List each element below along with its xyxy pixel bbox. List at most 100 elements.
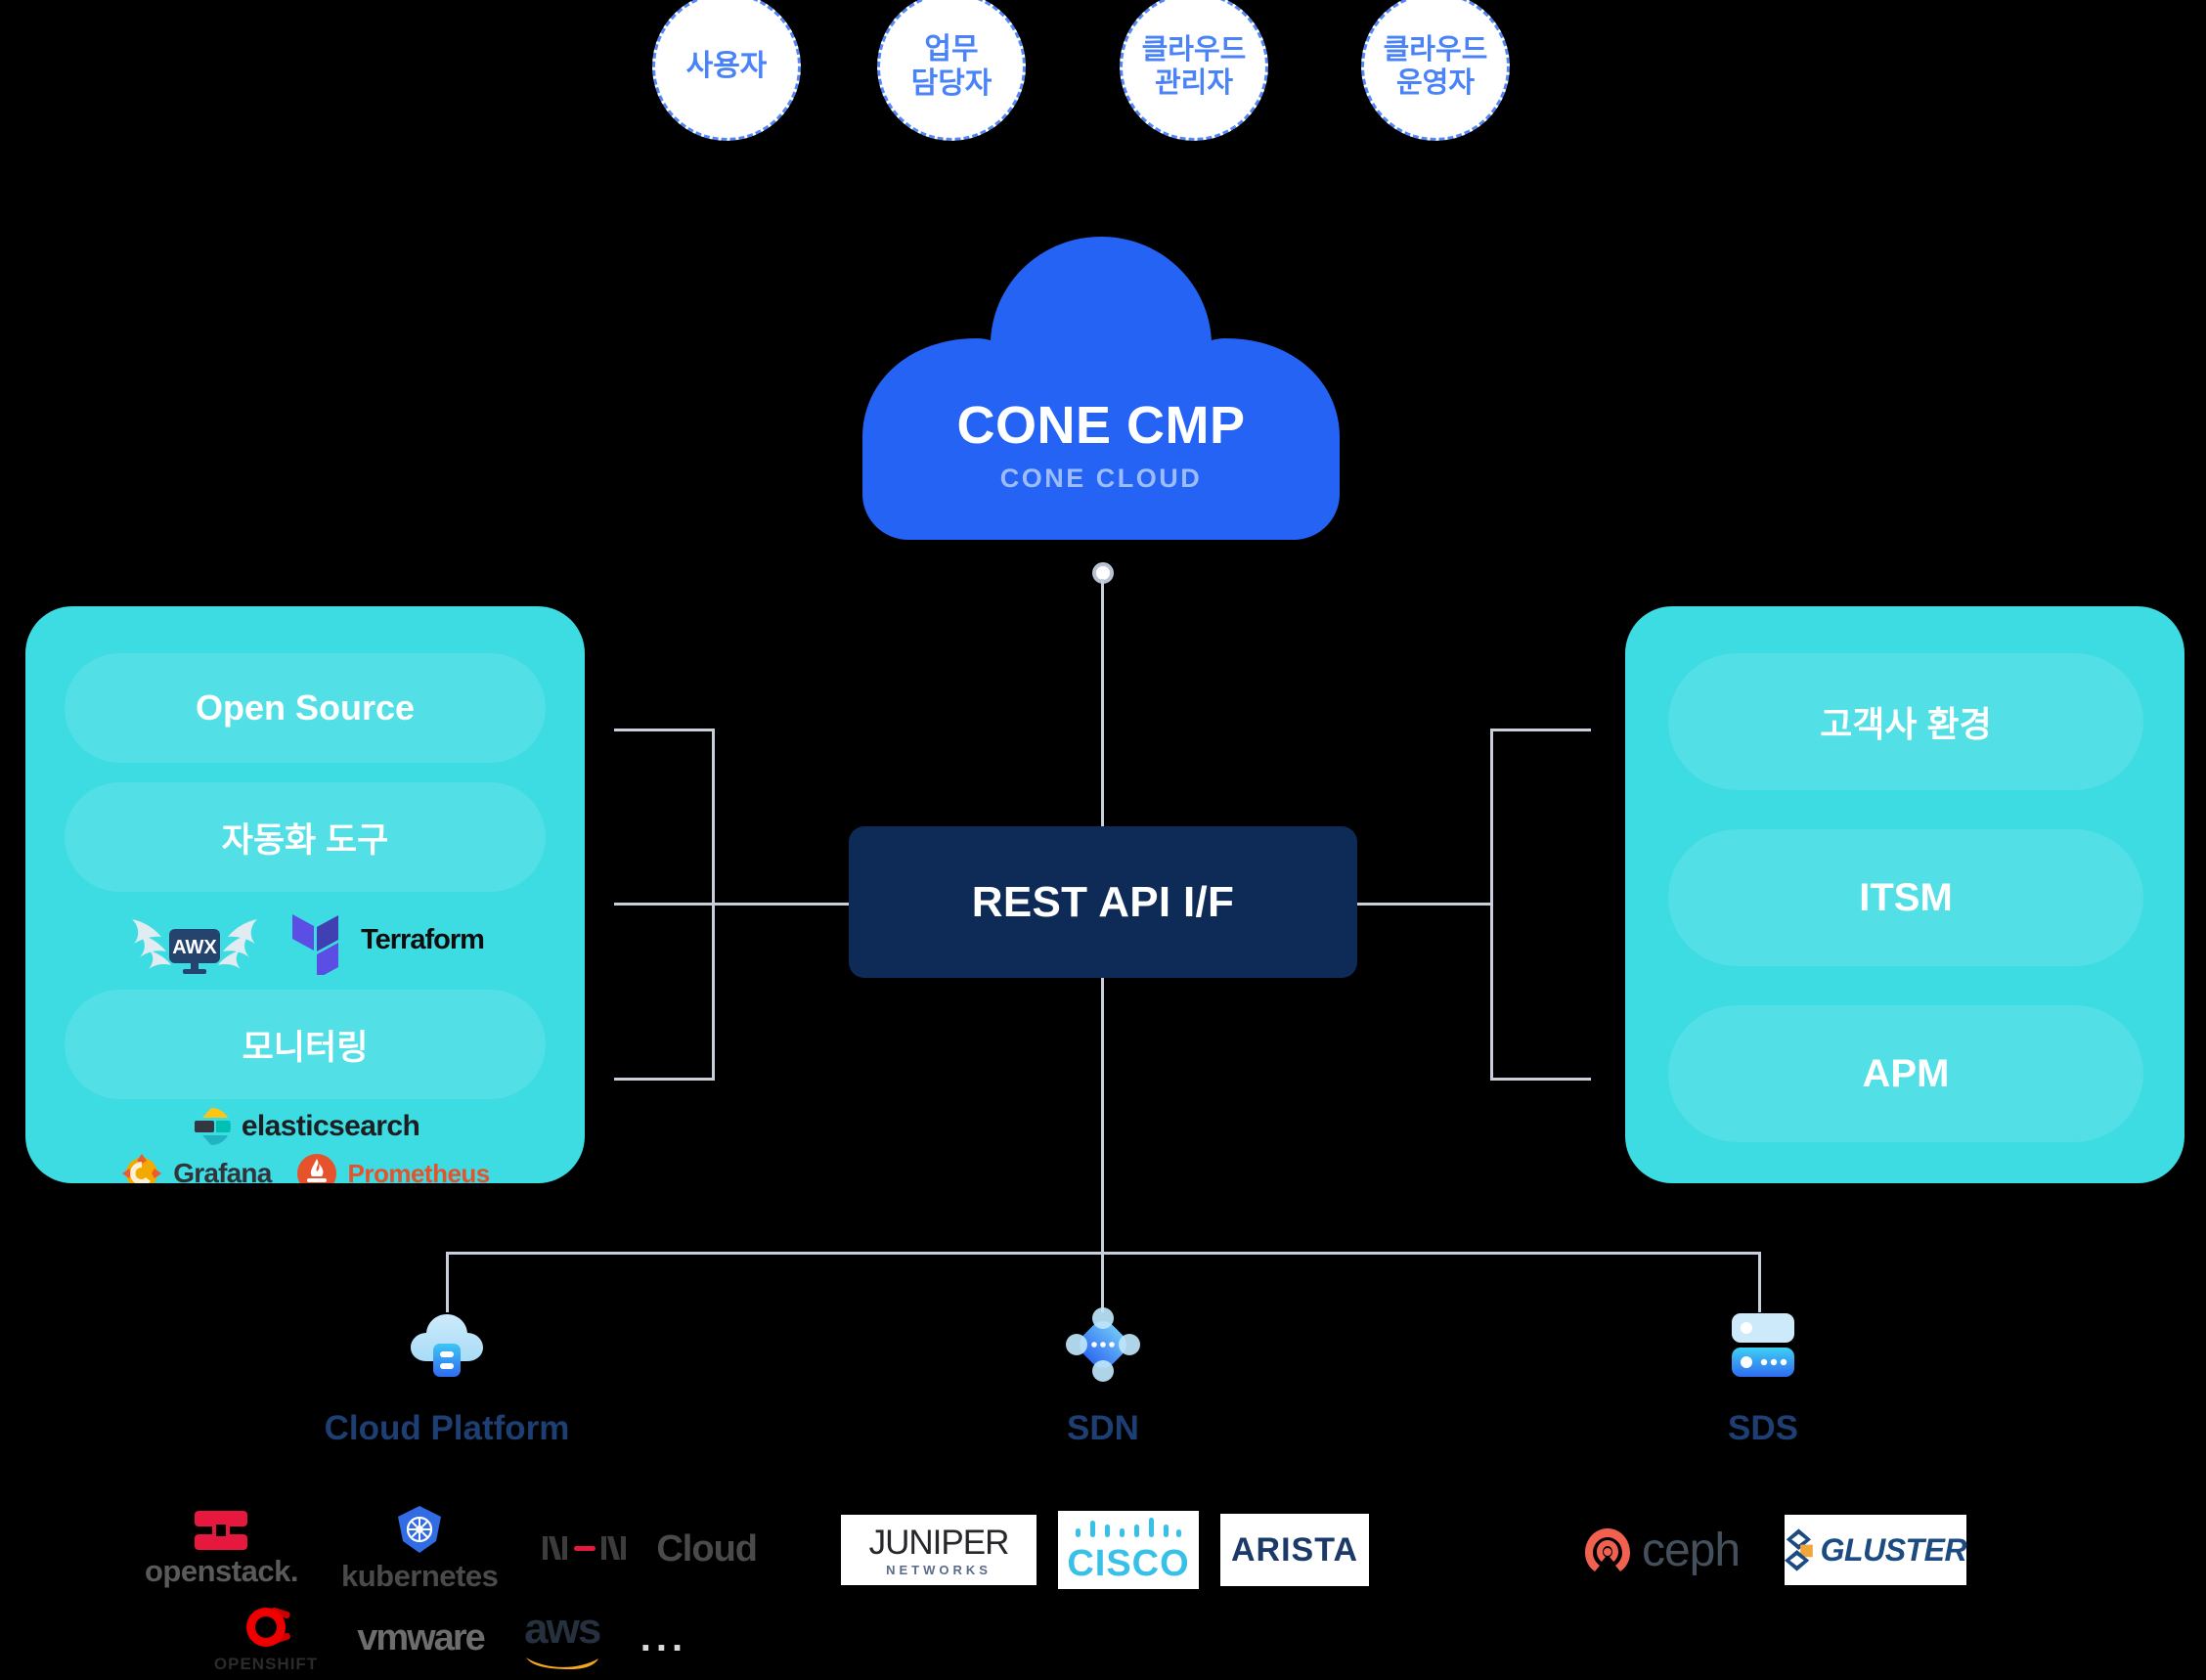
open-source-pill[interactable]: Open Source — [65, 653, 546, 763]
persona-cloud-operator-label: 클라우드 운영자 — [1384, 33, 1488, 100]
apm-label: APM — [1862, 1051, 1950, 1095]
persona-cloud-operator[interactable]: 클라우드 운영자 — [1361, 0, 1510, 141]
sds-label: SDS — [1728, 1409, 1798, 1447]
juniper-logo: JUNIPER NETWORKS — [841, 1515, 1037, 1585]
apm-pill[interactable]: APM — [1668, 1005, 2143, 1142]
left-bracket-top — [614, 729, 715, 731]
openshift-label: OPENSHIFT — [213, 1655, 319, 1673]
cone-cmp-cloud[interactable]: CONE CMP CONE CLOUD — [853, 237, 1349, 540]
category-sds[interactable]: SDS — [1674, 1301, 1852, 1448]
persona-cloud-admin-label: 클라우드 관리자 — [1142, 33, 1247, 100]
juniper-label: JUNIPER — [868, 1523, 1010, 1562]
right-bracket-stem — [1356, 903, 1493, 906]
ceph-logo: ceph — [1583, 1524, 1741, 1577]
sdn-label: SDN — [1067, 1409, 1139, 1447]
rest-api-label: REST API I/F — [971, 877, 1235, 926]
persona-line-1: 업무 — [924, 32, 979, 66]
cloud-server-icon — [411, 1314, 483, 1377]
category-cloud-platform[interactable]: Cloud Platform — [260, 1301, 634, 1448]
arista-logo: ARISTA — [1220, 1514, 1369, 1586]
grafana-prometheus-row: Grafana Prometheus — [25, 1152, 585, 1183]
openshift-logo: OPENSHIFT — [214, 1602, 318, 1674]
persona-line-2: 운영자 — [1395, 67, 1476, 99]
nhn-cloud-label: Cloud — [656, 1527, 758, 1569]
prometheus-mark-icon — [297, 1154, 337, 1183]
openshift-mark-icon — [246, 1607, 291, 1647]
persona-line-1: 클라우드 — [1383, 33, 1488, 66]
cloud-platform-vendors-row2: OPENSHIFT vmware aws ... — [143, 1594, 759, 1680]
nhn-mark-icon — [543, 1536, 627, 1560]
elasticsearch-mark-icon — [194, 1107, 231, 1146]
awx-logo: AWX — [126, 902, 263, 978]
gluster-mark-icon — [1785, 1528, 1813, 1571]
prometheus-logo: Prometheus — [296, 1153, 490, 1184]
elasticsearch-logo: elasticsearch — [191, 1106, 420, 1147]
monitoring-pill[interactable]: 모니터링 — [65, 990, 546, 1099]
gluster-logo: GLUSTER — [1785, 1515, 1967, 1585]
sdn-vendors-row: JUNIPER NETWORKS CISCO ARISTA — [826, 1501, 1384, 1599]
vmware-logo: vmware — [357, 1616, 486, 1659]
right-bracket-bottom — [1490, 1078, 1591, 1081]
ceph-label: ceph — [1641, 1524, 1741, 1576]
customer-env-label: 고객사 환경 — [1820, 704, 1992, 744]
openstack-mark-icon — [195, 1511, 248, 1550]
left-bracket-bottom — [614, 1078, 715, 1081]
elasticsearch-label: elasticsearch — [241, 1110, 420, 1142]
cisco-label: CISCO — [1067, 1542, 1190, 1584]
vmware-label: vmware — [357, 1616, 486, 1658]
open-source-label: Open Source — [195, 687, 416, 728]
persona-business-manager[interactable]: 업무 담당자 — [877, 0, 1026, 141]
itsm-label: ITSM — [1859, 875, 1953, 919]
automation-logo-row: AWX Terraform — [25, 900, 585, 980]
automation-tools-pill[interactable]: 자동화 도구 — [65, 782, 546, 892]
left-bracket-stem — [614, 903, 849, 906]
persona-cloud-admin[interactable]: 클라우드 관리자 — [1120, 0, 1268, 141]
terraform-mark-icon — [292, 914, 339, 975]
kubernetes-mark-icon — [398, 1506, 442, 1553]
persona-business-manager-label: 업무 담당자 — [911, 32, 993, 102]
rest-api-box[interactable]: REST API I/F — [849, 826, 1357, 978]
persona-line-1: 클라우드 — [1141, 33, 1247, 66]
terraform-label: Terraform — [361, 923, 485, 955]
automation-tools-label: 자동화 도구 — [221, 820, 389, 860]
diagram-canvas: 사용자 업무 담당자 클라우드 관리자 클라우드 운영자 CONE CMP CO… — [0, 0, 2206, 1680]
grafana-mark-icon — [122, 1154, 162, 1183]
kubernetes-label: kubernetes — [340, 1559, 499, 1593]
aws-smile-icon — [525, 1658, 598, 1669]
monitoring-label: 모니터링 — [242, 1028, 369, 1067]
openstack-logo: openstack. — [145, 1509, 298, 1589]
itsm-pill[interactable]: ITSM — [1668, 829, 2143, 966]
persona-line-2: 담당자 — [910, 67, 993, 100]
aws-logo: aws — [523, 1605, 601, 1671]
arista-label: ARISTA — [1230, 1530, 1359, 1569]
juniper-sub-label: NETWORKS — [886, 1562, 992, 1577]
more-vendors-dots: ... — [640, 1616, 687, 1660]
kubernetes-logo: kubernetes — [340, 1504, 499, 1594]
nhn-cloud-logo: Cloud — [541, 1527, 758, 1570]
ceph-mark-icon — [1584, 1528, 1630, 1571]
svg-text:AWX: AWX — [172, 937, 217, 958]
aws-label: aws — [524, 1605, 601, 1653]
sds-vendors-row: ceph GLUSTER — [1545, 1501, 2005, 1599]
network-node-icon — [1066, 1307, 1140, 1382]
category-sdn[interactable]: SDN — [1014, 1301, 1192, 1448]
cloud-subtitle: CONE CLOUD — [999, 464, 1203, 493]
awx-wings-icon: AWX — [132, 919, 258, 974]
customer-env-panel[interactable]: 고객사 환경 ITSM APM — [1625, 606, 2184, 1183]
persona-user[interactable]: 사용자 — [652, 0, 801, 141]
cloud-title: CONE CMP — [956, 396, 1246, 455]
right-bracket-top — [1490, 729, 1591, 731]
persona-user-label: 사용자 — [685, 50, 768, 83]
cloud-platform-vendors-row1: openstack. kubernetes Cloud — [143, 1504, 759, 1594]
cloud-platform-label: Cloud Platform — [324, 1409, 570, 1447]
cloud-shape-icon — [862, 237, 1340, 540]
cisco-bars-icon — [1076, 1517, 1181, 1537]
customer-env-pill[interactable]: 고객사 환경 — [1668, 653, 2143, 790]
elasticsearch-row: elasticsearch — [25, 1105, 585, 1148]
openstack-label: openstack. — [145, 1554, 298, 1588]
grafana-logo: Grafana — [120, 1152, 272, 1183]
open-source-panel[interactable]: Open Source 자동화 도구 AWX Terraform 모니터링 el… — [25, 606, 585, 1183]
terraform-logo: Terraform — [292, 905, 485, 975]
prometheus-label: Prometheus — [347, 1158, 490, 1184]
grafana-label: Grafana — [173, 1158, 272, 1183]
